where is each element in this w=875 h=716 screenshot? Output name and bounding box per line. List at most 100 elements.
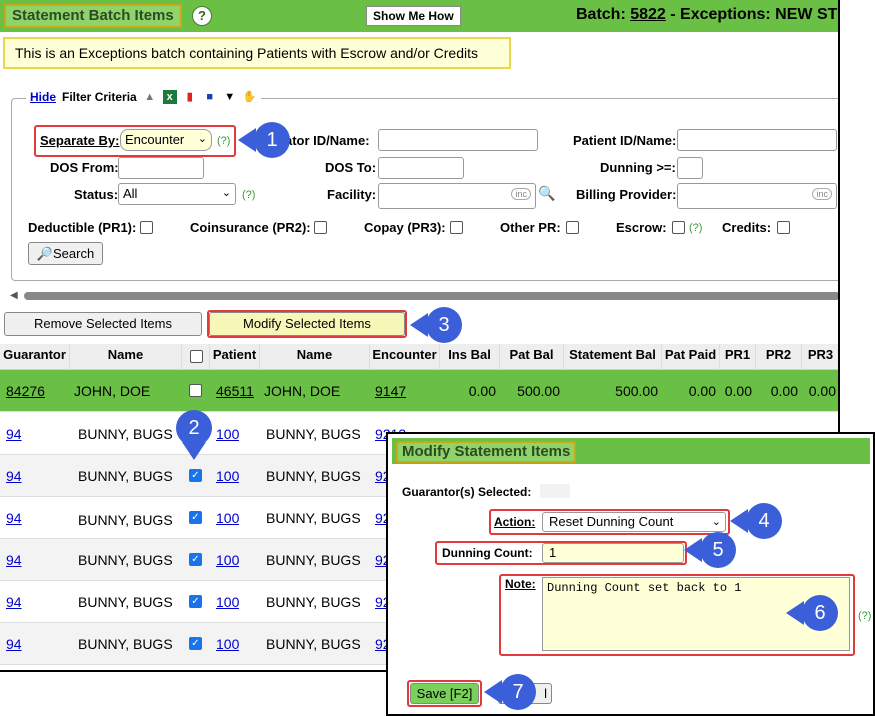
guarantor-name: BUNNY, BUGS (78, 468, 173, 484)
remove-selected-button[interactable]: Remove Selected Items (4, 312, 202, 336)
patient-link[interactable]: 100 (216, 539, 239, 581)
patient-link[interactable]: 100 (216, 623, 239, 665)
dunning-input[interactable] (677, 157, 703, 179)
deductible-label: Deductible (PR1): (28, 220, 137, 235)
excel-export-icon[interactable]: x (162, 90, 177, 104)
col-pr1[interactable]: PR1 (720, 344, 756, 370)
help-icon[interactable]: ? (192, 6, 212, 26)
col-select-all[interactable] (182, 344, 210, 370)
facility-input[interactable]: inc (378, 183, 536, 209)
collapse-arrow-icon[interactable]: ▲ (143, 90, 157, 104)
include-toggle[interactable]: inc (511, 188, 531, 200)
action-select[interactable]: Reset Dunning Count ⌄ (542, 512, 726, 532)
status-select[interactable]: All ⌄ (118, 183, 236, 205)
escrow-checkbox[interactable] (672, 221, 685, 234)
dialog-title-bar: Modify Statement Items (392, 438, 870, 464)
patient-link[interactable]: 100 (216, 413, 239, 455)
chevron-down-icon: ⌄ (711, 516, 721, 528)
patient-link[interactable]: 46511 (216, 370, 254, 412)
callout-number: 1 (254, 122, 290, 158)
select-all-checkbox[interactable] (190, 350, 203, 363)
search-button[interactable]: 🔎Search (28, 242, 103, 265)
col-pat-bal[interactable]: Pat Bal (500, 344, 564, 370)
col-patient[interactable]: Patient (210, 344, 260, 370)
guarantor-link[interactable]: 94 (6, 581, 22, 623)
guarantor-id-input[interactable] (378, 129, 538, 151)
show-me-how-button[interactable]: Show Me How (366, 6, 461, 26)
guarantor-link[interactable]: 84276 (6, 370, 45, 412)
horizontal-scrollbar[interactable] (24, 292, 838, 300)
note-help[interactable]: (?) (858, 610, 871, 622)
credits-label: Credits: (722, 220, 772, 235)
include-toggle[interactable]: inc (812, 188, 832, 200)
status-help[interactable]: (?) (242, 189, 255, 201)
billing-provider-input[interactable]: inc (677, 183, 837, 209)
row-checkbox[interactable]: ✓ (189, 553, 202, 566)
patient-name: BUNNY, BUGS (266, 594, 361, 610)
row-checkbox[interactable]: ✓ (189, 637, 202, 650)
patient-name: BUNNY, BUGS (266, 510, 361, 526)
col-statement-bal[interactable]: Statement Bal (564, 344, 662, 370)
row-checkbox[interactable]: ✓ (189, 595, 202, 608)
dunning-label: Dunning >=: (600, 160, 676, 175)
guarantor-link[interactable]: 94 (6, 539, 22, 581)
highlight-box-1 (34, 125, 236, 157)
dos-from-input[interactable] (118, 157, 204, 179)
patient-link[interactable]: 100 (216, 455, 239, 497)
callout-number: 3 (426, 307, 462, 343)
save-icon[interactable]: ■ (203, 90, 217, 104)
save-button[interactable]: Save [F2] (410, 683, 479, 704)
col-pr3[interactable]: PR3 (802, 344, 838, 370)
clear-filter-icon[interactable]: ▼ (223, 90, 237, 104)
action-value: Reset Dunning Count (549, 514, 674, 529)
col-guarantor[interactable]: Guarantor (0, 344, 70, 370)
table-row[interactable]: 84276 JOHN, DOE 46511 JOHN, DOE 9147 0.0… (0, 370, 838, 412)
modify-statement-dialog: Modify Statement Items Guarantor(s) Sele… (386, 432, 875, 716)
callout-pointer (182, 442, 206, 460)
patient-link[interactable]: 100 (216, 497, 239, 539)
col-pat-paid[interactable]: Pat Paid (662, 344, 720, 370)
guarantors-selected-value (540, 484, 570, 498)
col-encounter[interactable]: Encounter (370, 344, 440, 370)
col-patient-name[interactable]: Name (260, 344, 370, 370)
guarantor-link[interactable]: 94 (6, 497, 22, 539)
callout-number: 6 (802, 595, 838, 631)
callout-number: 7 (500, 674, 536, 710)
note-label: Note: (505, 577, 536, 591)
patient-link[interactable]: 100 (216, 581, 239, 623)
encounter-link[interactable]: 9147 (375, 370, 406, 412)
dunning-count-input[interactable]: 1 (542, 543, 684, 563)
pdf-export-icon[interactable]: ▮ (183, 90, 197, 104)
facility-search-icon[interactable]: 🔍 (538, 185, 555, 202)
hand-pointer-icon[interactable]: ✋ (243, 90, 257, 104)
row-checkbox[interactable]: ✓ (189, 511, 202, 524)
deductible-checkbox[interactable] (140, 221, 153, 234)
hide-filter-link[interactable]: Hide (30, 90, 56, 104)
col-pr2[interactable]: PR2 (756, 344, 802, 370)
coinsurance-checkbox[interactable] (314, 221, 327, 234)
guarantor-link[interactable]: 94 (6, 455, 22, 497)
col-guarantor-name[interactable]: Name (70, 344, 182, 370)
copay-checkbox[interactable] (450, 221, 463, 234)
batch-number-link[interactable]: 5822 (630, 6, 666, 23)
patient-id-label: Patient ID/Name: (573, 133, 677, 148)
pr3: 0.00 (808, 383, 836, 399)
other-pr-checkbox[interactable] (566, 221, 579, 234)
guarantor-link[interactable]: 94 (6, 623, 22, 665)
scroll-left-arrow-icon[interactable]: ◀ (10, 290, 18, 301)
credits-checkbox[interactable] (777, 221, 790, 234)
row-checkbox[interactable] (189, 384, 202, 397)
batch-title: Batch: 5822 - Exceptions: NEW ST (576, 6, 837, 24)
escrow-help[interactable]: (?) (689, 222, 702, 234)
guarantor-link[interactable]: 94 (6, 413, 22, 455)
dos-from-label: DOS From: (50, 160, 119, 175)
facility-label: Facility: (327, 187, 377, 202)
guarantor-name: BUNNY, BUGS (78, 426, 173, 442)
billing-provider-label: Billing Provider: (576, 187, 677, 202)
patient-name: JOHN, DOE (264, 383, 341, 399)
dos-to-input[interactable] (378, 157, 464, 179)
patient-id-input[interactable] (677, 129, 837, 151)
col-ins-bal[interactable]: Ins Bal (440, 344, 500, 370)
row-checkbox[interactable]: ✓ (189, 469, 202, 482)
callout-1: 1 (238, 122, 290, 158)
